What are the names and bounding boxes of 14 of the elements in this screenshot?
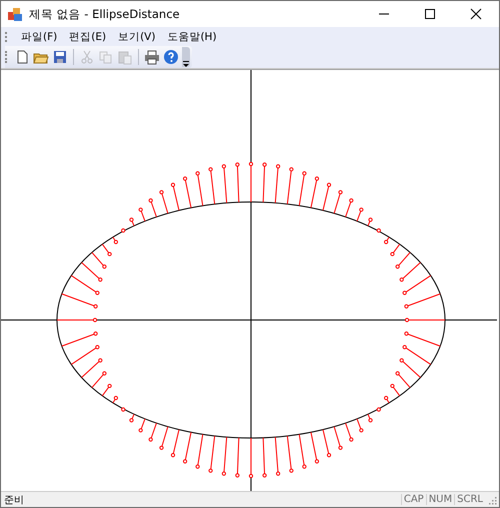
overflow-icon[interactable] [183,61,189,67]
menu-item[interactable]: 편집(E) [63,30,112,44]
status-message: 준비 [4,494,25,506]
resize-grip-icon[interactable] [487,494,497,504]
menu-item[interactable]: 보기(V) [112,30,162,44]
window-title: 제목 없음 - EllipseDistance [29,6,181,22]
status-indicator: CAP [400,494,426,505]
menu-item[interactable]: 도움말(H) [161,30,223,44]
help-icon[interactable] [163,49,179,65]
status-indicator: NUM [426,494,454,505]
app-icon [7,6,23,22]
menu-item[interactable]: 파일(F) [15,30,64,44]
printer-icon[interactable] [144,49,160,65]
status-indicator: SCRL [454,494,485,505]
